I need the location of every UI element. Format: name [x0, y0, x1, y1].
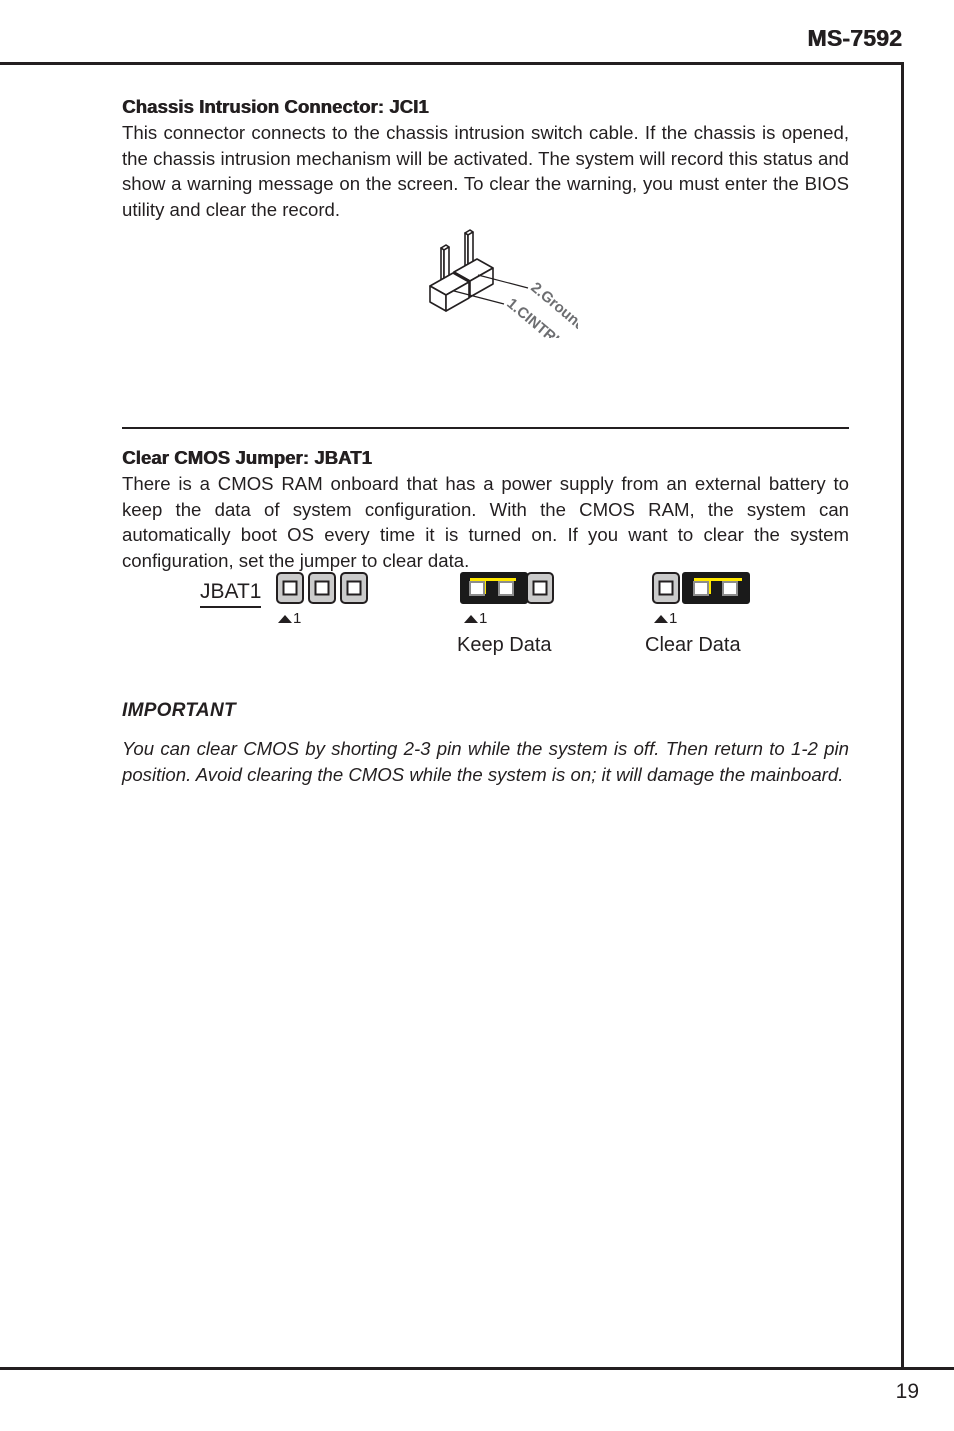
- pin-hole-icon: [314, 580, 330, 596]
- pin1-marker: 1: [278, 610, 301, 627]
- important-note: IMPORTANT You can clear CMOS by shorting…: [122, 700, 849, 787]
- jci1-connector-figure: 2.Ground 1.CINTRU: [418, 228, 589, 353]
- triangle-up-icon: [464, 614, 478, 623]
- jbat1-caption-keep-data: Keep Data: [457, 634, 552, 656]
- pin-hole-icon: [658, 580, 674, 596]
- pin-2: [498, 581, 514, 596]
- section-body-clear-cmos: There is a CMOS RAM onboard that has a p…: [122, 473, 849, 571]
- pin-3: [340, 572, 368, 604]
- pin1-marker-label: 1: [293, 610, 302, 627]
- triangle-up-icon: [654, 614, 668, 623]
- jbat1-diagram-keep-data: 1 Keep Data: [457, 572, 558, 656]
- pin-1: [652, 572, 680, 604]
- pin-hole-icon: [346, 580, 362, 596]
- pin-1: [276, 572, 304, 604]
- jbat1-label: JBAT1: [200, 580, 262, 608]
- pin-strip: [276, 572, 372, 608]
- jumper-cap-2-3: [682, 572, 750, 604]
- triangle-up-icon: [278, 614, 292, 623]
- pin1-marker-label: 1: [479, 610, 488, 627]
- section-heading-chassis-intrusion: Chassis Intrusion Connector: JCI1: [122, 96, 429, 117]
- jbat1-diagram-clear-data: 1 Clear Data: [645, 572, 750, 656]
- page-border-right: [901, 62, 904, 1367]
- pin-1: [469, 581, 485, 596]
- pin-hole-icon: [532, 580, 548, 596]
- section-heading-clear-cmos: Clear CMOS Jumper: JBAT1: [122, 447, 372, 468]
- page-border-top: [0, 62, 904, 65]
- pin-hole-icon: [282, 580, 298, 596]
- jumper-cap-1-2: [460, 572, 528, 604]
- section-body-chassis-intrusion: This connector connects to the chassis i…: [122, 122, 849, 220]
- pin-2: [308, 572, 336, 604]
- jbat1-jumper-diagram-row: JBAT1 1 1 Keep Data 1 Clear Data: [122, 572, 849, 682]
- jbat1-caption-clear-data: Clear Data: [645, 634, 741, 656]
- document-model-header: MS-7592: [807, 25, 902, 51]
- pin1-marker: 1: [654, 610, 677, 627]
- jbat1-diagram-open: 1: [276, 572, 372, 627]
- pin-strip: [460, 572, 558, 608]
- pin1-marker: 1: [464, 610, 487, 627]
- pin-strip: [652, 572, 750, 608]
- page-number: 19: [895, 1380, 919, 1403]
- pin-3: [722, 581, 738, 596]
- pin-3: [526, 572, 554, 604]
- pin1-marker-label: 1: [669, 610, 678, 627]
- important-note-body: You can clear CMOS by shorting 2-3 pin w…: [122, 738, 849, 785]
- pin-2: [693, 581, 709, 596]
- important-note-title: IMPORTANT: [122, 700, 236, 721]
- two-pin-header-icon: 2.Ground 1.CINTRU: [429, 229, 589, 353]
- page-border-bottom: [0, 1367, 954, 1370]
